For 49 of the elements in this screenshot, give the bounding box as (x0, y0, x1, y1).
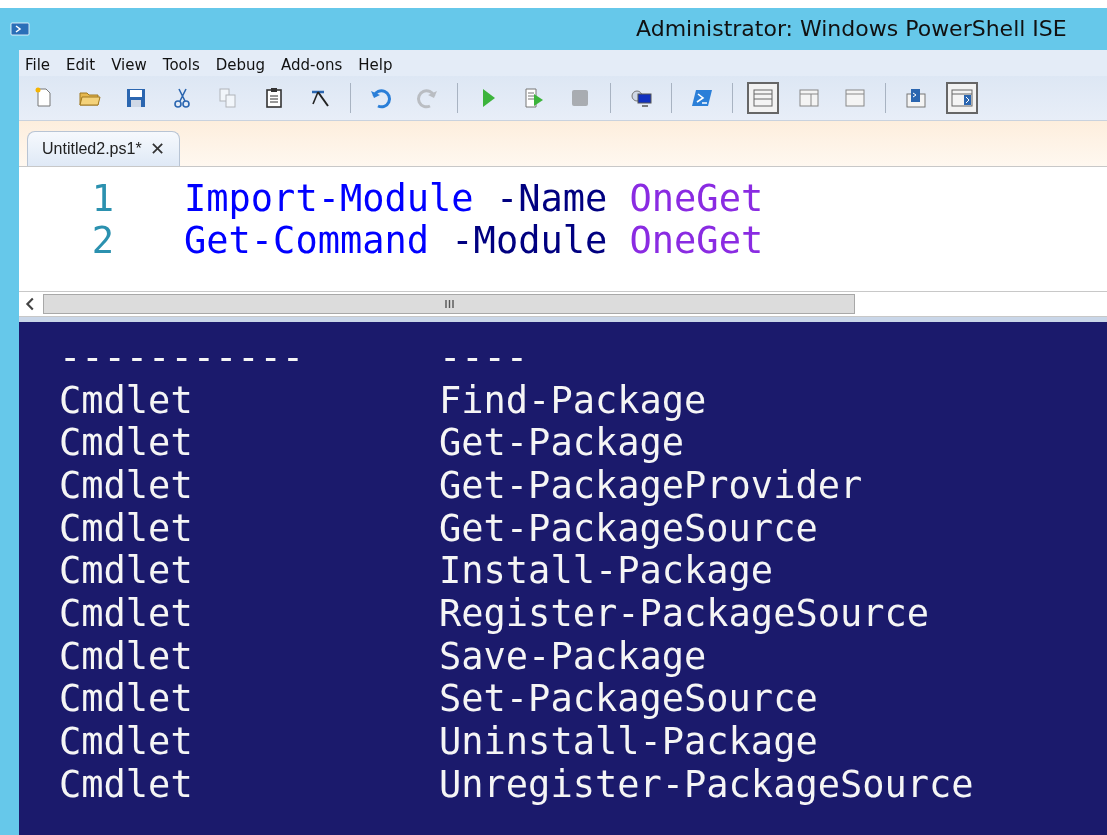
console-output-text: Unregister-PackageSource (439, 762, 974, 806)
console-output-text: Find-Package (439, 378, 707, 422)
save-icon (124, 86, 148, 110)
console-output-text: Save-Package (439, 634, 707, 678)
layout-max-icon (843, 86, 867, 110)
console-output-text: Cmdlet (59, 591, 194, 635)
menu-item[interactable]: Debug (215, 56, 274, 74)
console-output-text: Set-PackageSource (439, 677, 818, 721)
menu-item[interactable]: Edit (66, 56, 104, 74)
menu-item[interactable]: View (111, 56, 155, 74)
console-output-text: Get-Package (439, 421, 685, 465)
window-title: Administrator: Windows PowerShell ISE (636, 16, 1067, 41)
console-output-text: Cmdlet (59, 634, 194, 678)
console-output-text: Get-PackageProvider (439, 463, 863, 507)
scrollbar-thumb[interactable] (43, 294, 855, 314)
console-output-text: Cmdlet (59, 421, 194, 465)
line-number: 1 (90, 176, 114, 220)
line-number: 2 (90, 218, 114, 262)
console-output-text: Cmdlet (59, 463, 194, 507)
console-output-text: Register-PackageSource (439, 591, 930, 635)
grip-icon (444, 300, 454, 308)
console-output-text: Uninstall-Package (439, 720, 818, 764)
command-pane-icon (950, 86, 974, 110)
console-output-text: Cmdlet (59, 720, 194, 764)
console-output-text: ----------- (59, 335, 306, 379)
console-output-text: Install-Package (439, 549, 774, 593)
redo-arrow-icon (415, 86, 439, 110)
horizontal-scrollbar[interactable] (19, 291, 1107, 317)
document-tab[interactable]: Untitled2.ps1* ✕ (27, 131, 180, 166)
menu-item[interactable]: Help (358, 56, 401, 74)
app-icon[interactable] (10, 22, 30, 36)
menu-item[interactable]: Add-ons (281, 56, 351, 74)
console-output-text: ---- (439, 335, 529, 379)
close-tab-button[interactable]: ✕ (149, 138, 165, 160)
console-output-text: Cmdlet (59, 549, 194, 593)
layout-top-icon (751, 86, 775, 110)
layout-right-icon (797, 86, 821, 110)
console-output-text: Cmdlet (59, 506, 194, 550)
script-editor[interactable]: 1 Import-Module -Name OneGet 2 Get-Command -Module OneGet (19, 166, 1107, 291)
console-output-text: Cmdlet (59, 762, 194, 806)
menu-item[interactable]: Tools (162, 56, 208, 74)
script-pane-icon (904, 86, 928, 110)
console-output-text: Cmdlet (59, 378, 194, 422)
code-line: Import-Module -Name OneGet (184, 176, 764, 220)
undo-arrow-icon (369, 86, 393, 110)
menu-item[interactable]: File (25, 56, 59, 74)
code-line: Get-Command -Module OneGet (184, 218, 764, 262)
console-output-text: Get-PackageSource (439, 506, 818, 550)
console-output-text: Cmdlet (59, 677, 194, 721)
